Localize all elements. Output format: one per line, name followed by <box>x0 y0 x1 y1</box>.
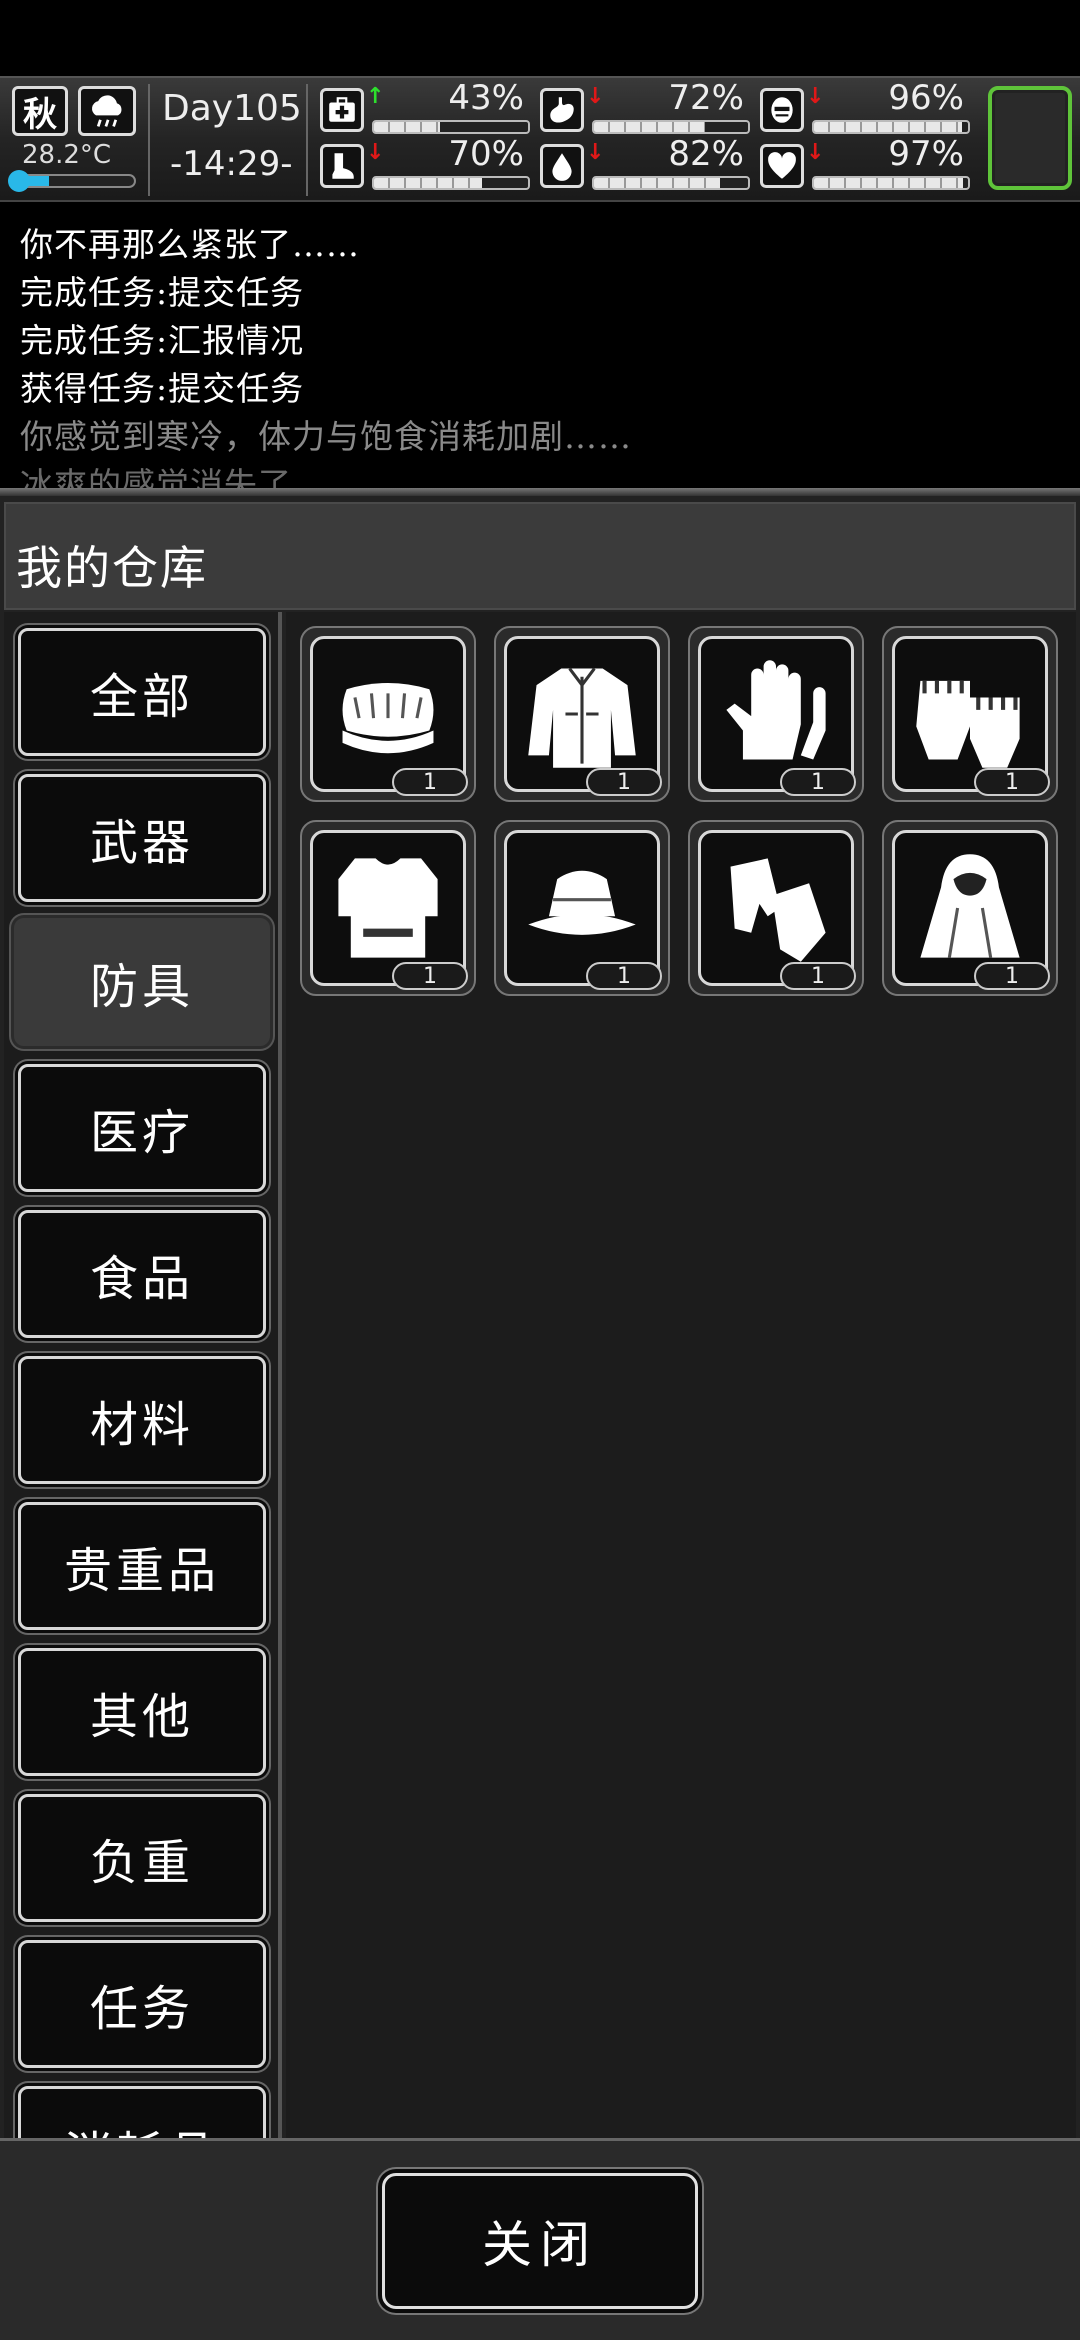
item-count: 1 <box>392 962 468 990</box>
item-slot[interactable]: 1 <box>882 626 1058 802</box>
stat-bar-fill <box>814 178 964 188</box>
close-button[interactable]: 关闭 <box>382 2173 698 2309</box>
item-count: 1 <box>586 962 662 990</box>
category-consumables-button[interactable]: 消耗品 <box>18 2086 266 2138</box>
category-armor-button[interactable]: 防具 <box>14 918 270 1046</box>
item-slot[interactable]: 1 <box>494 820 670 996</box>
divider <box>306 84 308 196</box>
stat-mood: ↓ 96% <box>760 78 972 136</box>
quick-slot[interactable] <box>988 86 1072 190</box>
item-count: 1 <box>392 768 468 796</box>
stat-bar-fill <box>374 178 482 188</box>
category-list[interactable]: 全部 武器 防具 医疗 食品 材料 贵重品 其他 负重 任务 消耗品 <box>4 612 282 2138</box>
trend-arrow: ↓ <box>586 84 605 109</box>
game-clock: -14:29- <box>170 144 293 184</box>
face-mask-icon <box>760 88 804 132</box>
item-slot[interactable]: 1 <box>300 820 476 996</box>
stat-value: 82% <box>668 134 744 174</box>
log-line: 你不再那么紧张了…… <box>20 225 360 264</box>
boot-icon <box>320 144 364 188</box>
trend-arrow: ↓ <box>586 140 605 165</box>
stat-value: 96% <box>888 78 964 118</box>
item-slot[interactable]: 1 <box>688 820 864 996</box>
stat-stamina: ↓ 70% <box>320 134 532 192</box>
panel-title: 我的仓库 <box>16 541 208 595</box>
medkit-icon <box>320 88 364 132</box>
category-quest-button[interactable]: 任务 <box>18 1940 266 2068</box>
stat-bar <box>592 120 750 134</box>
item-slot[interactable]: 1 <box>882 820 1058 996</box>
panel-header: 我的仓库 <box>4 502 1076 610</box>
item-slot[interactable]: 1 <box>494 626 670 802</box>
category-weapons-button[interactable]: 武器 <box>18 774 266 902</box>
item-count: 1 <box>586 768 662 796</box>
stat-bar <box>372 120 530 134</box>
temperature-readout: 28.2°C <box>22 140 112 170</box>
warehouse-panel: 我的仓库 全部 武器 防具 医疗 食品 材料 贵重品 其他 负重 任务 消耗品 … <box>0 496 1080 2340</box>
item-slot[interactable]: 1 <box>688 626 864 802</box>
trend-arrow: ↓ <box>806 140 825 165</box>
stat-bar <box>592 176 750 190</box>
stat-value: 72% <box>668 78 744 118</box>
log-line: 完成任务:汇报情况 <box>20 321 305 360</box>
thermometer-bulb-icon <box>8 170 30 192</box>
stat-thirst: ↓ 82% <box>540 134 752 192</box>
category-medical-button[interactable]: 医疗 <box>18 1064 266 1192</box>
stat-bar-fill <box>374 122 441 132</box>
divider <box>148 84 150 196</box>
log-line: 完成任务:提交任务 <box>20 273 305 312</box>
category-food-button[interactable]: 食品 <box>18 1210 266 1338</box>
stat-bar-fill <box>814 122 962 132</box>
panel-footer: 关闭 <box>0 2138 1080 2340</box>
category-valuables-button[interactable]: 贵重品 <box>18 1502 266 1630</box>
stat-value: 97% <box>888 134 964 174</box>
day-counter: Day105 <box>162 88 302 129</box>
stomach-icon <box>540 88 584 132</box>
trend-arrow: ↓ <box>366 140 385 165</box>
item-count: 1 <box>780 768 856 796</box>
stat-bar <box>372 176 530 190</box>
stat-bar-fill <box>594 178 721 188</box>
season-label: 秋 <box>23 94 57 135</box>
divider <box>0 488 1080 496</box>
category-carry-button[interactable]: 负重 <box>18 1794 266 1922</box>
stat-bar-fill <box>594 122 705 132</box>
heart-icon <box>760 144 804 188</box>
status-bar: 秋 28.2°C Day105 -14:29- ↑ 43% ↓ 72% ↓ 96… <box>0 76 1080 202</box>
item-slot[interactable]: 1 <box>300 626 476 802</box>
item-count: 1 <box>974 962 1050 990</box>
stat-hunger: ↓ 72% <box>540 78 752 136</box>
cloud-rain-icon <box>78 86 136 136</box>
trend-arrow: ↓ <box>806 84 825 109</box>
item-grid: 1 1 1 1 1 1 1 1 <box>286 612 1076 2138</box>
message-log: 你不再那么紧张了…… 完成任务:提交任务 完成任务:汇报情况 获得任务:提交任务… <box>0 206 1080 490</box>
stat-bar <box>812 120 970 134</box>
trend-arrow: ↑ <box>366 84 385 109</box>
log-line: 冰爽的感觉消失了…… <box>20 465 360 490</box>
category-all-button[interactable]: 全部 <box>18 628 266 756</box>
log-line: 你感觉到寒冷，体力与饱食消耗加剧…… <box>20 417 632 456</box>
stat-heart: ↓ 97% <box>760 134 972 192</box>
stat-bar <box>812 176 970 190</box>
water-drop-icon <box>540 144 584 188</box>
stat-value: 43% <box>448 78 524 118</box>
category-materials-button[interactable]: 材料 <box>18 1356 266 1484</box>
stat-health: ↑ 43% <box>320 78 532 136</box>
stat-value: 70% <box>448 134 524 174</box>
item-count: 1 <box>974 768 1050 796</box>
log-line: 获得任务:提交任务 <box>20 369 305 408</box>
item-count: 1 <box>780 962 856 990</box>
season-badge: 秋 <box>12 86 68 136</box>
category-other-button[interactable]: 其他 <box>18 1648 266 1776</box>
